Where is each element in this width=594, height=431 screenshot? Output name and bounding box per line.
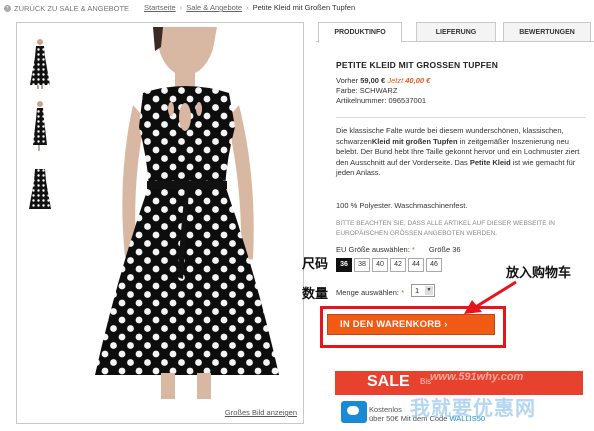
annotation-arrow-icon	[464, 280, 517, 314]
old-price-label: Vorher	[336, 76, 359, 85]
required-marker: *	[411, 245, 415, 254]
thumbnail-back[interactable]	[26, 163, 54, 215]
breadcrumb-sale[interactable]: Sale & Angebote	[186, 3, 242, 12]
product-tabs: PRODUKTINFO LIEFERUNG BEWERTUNGEN	[316, 22, 594, 43]
size-option-42[interactable]: 42	[390, 258, 406, 272]
description-bold: Petite Kleid	[469, 157, 511, 167]
divider	[336, 117, 586, 118]
annotation-size: 尺码	[302, 257, 329, 272]
required-marker: *	[401, 288, 404, 297]
tab-lieferung[interactable]: LIEFERUNG	[416, 22, 496, 42]
tab-bewertungen[interactable]: BEWERTUNGEN	[503, 22, 591, 42]
breadcrumb-separator: ›	[179, 3, 183, 12]
breadcrumb-separator: ›	[246, 3, 249, 12]
size-option-38[interactable]: 38	[354, 258, 370, 272]
chosen-size: Größe 36	[428, 245, 461, 254]
thumbnail-side[interactable]	[26, 99, 54, 151]
new-price: 40,00 €	[405, 76, 431, 85]
top-navigation: ‹ ZURÜCK ZU SALE & ANGEBOTE Startseite ›…	[0, 0, 594, 16]
main-product-image	[67, 27, 299, 399]
breadcrumb-current: Petite Kleid mit Großen Tupfen	[252, 3, 356, 12]
back-arrow-icon: ‹	[4, 5, 11, 12]
quantity-label: Menge auswählen: *	[336, 288, 404, 297]
size-label: EU Größe auswählen: * Größe 36	[336, 245, 461, 254]
chevron-down-icon: ▼	[425, 286, 433, 295]
size-option-44[interactable]: 44	[408, 258, 424, 272]
article-number: Artikelnummer: 096537001	[336, 96, 427, 105]
watermark-text: 我就要优惠网	[410, 396, 536, 420]
chat-bubble-icon	[341, 401, 367, 423]
size-option-46[interactable]: 46	[426, 258, 442, 272]
new-price-label: Jetzt	[387, 76, 404, 85]
tab-produktinfo[interactable]: PRODUKTINFO	[318, 22, 402, 43]
product-description: Die klassische Falte wurde bei diesem wu…	[336, 126, 582, 179]
breadcrumb-home[interactable]: Startseite	[144, 3, 176, 12]
color-line: Farbe: SCHWARZ	[336, 86, 398, 95]
size-selector: 36 38 40 42 44 46	[336, 258, 442, 272]
back-to-sale-link[interactable]: ‹ ZURÜCK ZU SALE & ANGEBOTE	[4, 4, 129, 13]
product-info: PETITE KLEID MIT GROSSEN TUPFEN Vorher 5…	[336, 60, 586, 106]
breadcrumb: Startseite › Sale & Angebote › Petite Kl…	[144, 3, 355, 12]
material-info: 100 % Polyester. Waschmaschinenfest.	[336, 201, 468, 210]
description-bold: Kleid mit großen Tupfen	[371, 136, 458, 146]
size-label-text: EU Größe auswählen:	[336, 245, 410, 254]
sale-text: SALE	[367, 373, 410, 390]
back-link-label: ZURÜCK ZU SALE & ANGEBOTE	[14, 4, 130, 13]
old-price: 59,00 €	[360, 76, 386, 85]
price-line: Vorher 59,00 € Jetzt 40,00 €	[336, 76, 586, 86]
view-large-image-link[interactable]: Großes Bild anzeigen	[225, 408, 297, 417]
thumbnail-front[interactable]	[26, 37, 54, 89]
annotation-quantity: 数量	[302, 287, 329, 302]
size-notice: BITTE BEACHTEN SIE, DASS ALLE ARTIKEL AU…	[336, 220, 555, 237]
product-image-panel: Großes Bild anzeigen	[16, 22, 304, 424]
quantity-label-text: Menge auswählen:	[336, 288, 399, 297]
quantity-select[interactable]: 1 ▼	[411, 284, 435, 297]
size-option-36[interactable]: 36	[336, 258, 352, 272]
quantity-value: 1	[415, 286, 420, 295]
watermark-url: www.591why.com	[430, 371, 524, 383]
size-option-40[interactable]: 40	[372, 258, 388, 272]
product-title: PETITE KLEID MIT GROSSEN TUPFEN	[336, 60, 499, 70]
